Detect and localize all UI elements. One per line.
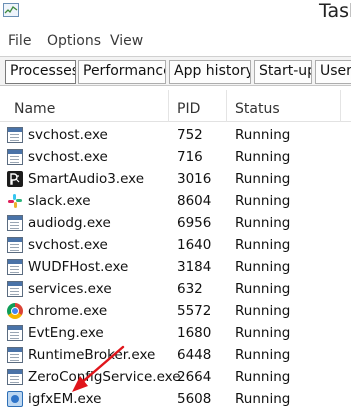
process-row[interactable]: services.exe 632 Running (0, 278, 351, 300)
column-header-row: Name PID Status (0, 86, 351, 122)
process-name: svchost.exe (28, 149, 108, 165)
process-pid: 6448 (177, 347, 212, 363)
process-status: Running (235, 303, 291, 319)
window-app-icon (7, 127, 23, 143)
window-app-icon (7, 369, 23, 385)
column-divider[interactable] (340, 90, 341, 122)
process-name: ZeroConfigService.exe (28, 369, 181, 385)
process-pid: 2664 (177, 369, 212, 385)
process-status: Running (235, 259, 291, 275)
process-row[interactable]: EvtEng.exe 1680 Running (0, 322, 351, 344)
chrome-icon (7, 303, 23, 319)
column-header-name[interactable]: Name (14, 101, 55, 117)
process-row[interactable]: igfxEM.exe 5608 Running (0, 388, 351, 410)
process-pid: 8604 (177, 193, 212, 209)
window-app-icon (7, 281, 23, 297)
tab-users[interactable]: Users (315, 60, 351, 84)
slack-icon (7, 193, 23, 209)
window-app-icon (7, 325, 23, 341)
column-header-pid[interactable]: PID (177, 101, 200, 117)
process-pid: 5572 (177, 303, 212, 319)
process-name: chrome.exe (28, 303, 108, 319)
process-pid: 752 (177, 127, 203, 143)
column-divider[interactable] (168, 90, 169, 122)
column-header-status[interactable]: Status (235, 101, 280, 117)
process-status: Running (235, 281, 291, 297)
process-status: Running (235, 171, 291, 187)
tab-bar: Processes Performance App history Start-… (0, 56, 351, 86)
process-name: slack.exe (28, 193, 91, 209)
process-status: Running (235, 237, 291, 253)
process-pid: 1680 (177, 325, 212, 341)
window-title: Task (319, 0, 351, 22)
process-name: svchost.exe (28, 237, 108, 253)
process-pid: 5608 (177, 391, 212, 407)
audio-app-icon (7, 171, 23, 187)
tab-performance[interactable]: Performance (78, 60, 166, 84)
process-name: services.exe (28, 281, 112, 297)
process-row[interactable]: slack.exe 8604 Running (0, 190, 351, 212)
process-pid: 3016 (177, 171, 212, 187)
window-app-icon (7, 347, 23, 363)
process-row[interactable]: svchost.exe 1640 Running (0, 234, 351, 256)
process-pid: 1640 (177, 237, 212, 253)
process-row[interactable]: svchost.exe 716 Running (0, 146, 351, 168)
process-row[interactable]: svchost.exe 752 Running (0, 124, 351, 146)
menu-view[interactable]: View (110, 33, 143, 49)
task-manager-icon (3, 3, 19, 17)
process-row[interactable]: ZeroConfigService.exe 2664 Running (0, 366, 351, 388)
process-pid: 716 (177, 149, 203, 165)
process-status: Running (235, 193, 291, 209)
process-status: Running (235, 325, 291, 341)
process-status: Running (235, 391, 291, 407)
process-status: Running (235, 215, 291, 231)
intel-graphics-icon (7, 391, 23, 407)
menu-file[interactable]: File (8, 33, 31, 49)
process-row[interactable]: SmartAudio3.exe 3016 Running (0, 168, 351, 190)
window-app-icon (7, 259, 23, 275)
tab-processes[interactable]: Processes (5, 60, 76, 84)
process-pid: 6956 (177, 215, 212, 231)
window-app-icon (7, 149, 23, 165)
process-name: svchost.exe (28, 127, 108, 143)
menu-options[interactable]: Options (47, 33, 101, 49)
process-status: Running (235, 369, 291, 385)
process-name: RuntimeBroker.exe (28, 347, 156, 363)
process-name: SmartAudio3.exe (28, 171, 145, 187)
process-pid: 3184 (177, 259, 212, 275)
tab-start-up[interactable]: Start-up (254, 60, 312, 84)
tab-app-history[interactable]: App history (169, 60, 251, 84)
process-row[interactable]: chrome.exe 5572 Running (0, 300, 351, 322)
menu-bar: File Options View (0, 30, 351, 52)
process-row[interactable]: audiodg.exe 6956 Running (0, 212, 351, 234)
process-row[interactable]: WUDFHost.exe 3184 Running (0, 256, 351, 278)
process-name: igfxEM.exe (28, 391, 102, 407)
process-name: EvtEng.exe (28, 325, 104, 341)
title-bar: Task (0, 0, 351, 27)
process-status: Running (235, 127, 291, 143)
process-status: Running (235, 149, 291, 165)
window-app-icon (7, 237, 23, 253)
window-app-icon (7, 215, 23, 231)
process-row[interactable]: RuntimeBroker.exe 6448 Running (0, 344, 351, 366)
process-status: Running (235, 347, 291, 363)
column-divider[interactable] (226, 90, 227, 122)
process-pid: 632 (177, 281, 203, 297)
process-name: WUDFHost.exe (28, 259, 129, 275)
process-name: audiodg.exe (28, 215, 111, 231)
